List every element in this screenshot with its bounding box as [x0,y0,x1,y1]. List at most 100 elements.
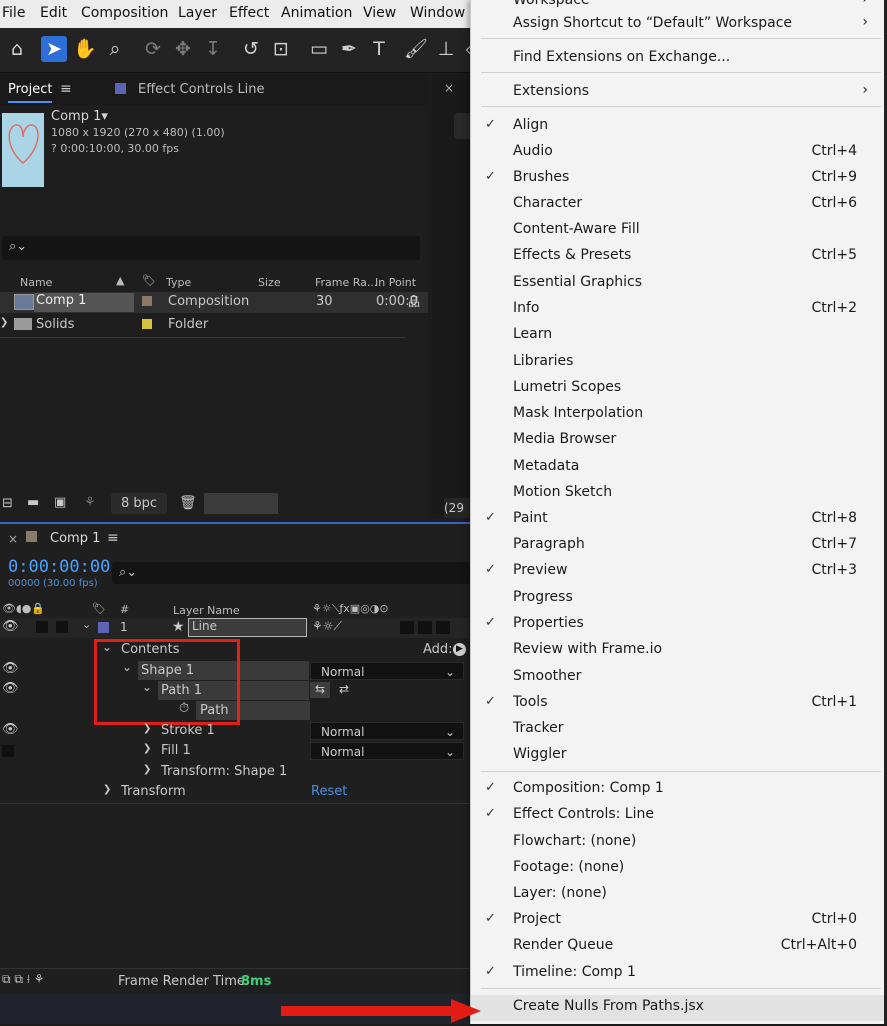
layer-name-field[interactable]: Line [188,618,307,637]
comp-name[interactable]: Comp 1▾ [51,109,108,124]
menu-animation[interactable]: Animation [281,5,352,21]
eye-icon[interactable]: 👁 [2,661,19,676]
panel-menu-icon[interactable]: ≡ [107,530,119,546]
menu-window[interactable]: Window [410,5,465,21]
switch-box[interactable] [436,621,450,634]
menu-item-flowchart-none[interactable]: Flowchart: (none) [471,830,887,856]
menu-item-extensions[interactable]: Extensions › [471,80,887,106]
visibility-toggle[interactable] [2,745,14,757]
zoom-tool-icon[interactable]: ⌕ [102,36,128,62]
fill1-label[interactable]: Fill 1 [161,743,191,758]
menu-item-smoother[interactable]: Smoother [471,665,887,691]
menu-item-paint[interactable]: ✓ Paint Ctrl+8 [471,507,887,533]
collapse-arrow-icon[interactable]: ⌄ [82,618,91,631]
new-folder-icon[interactable]: ▬ [27,495,39,510]
trash-icon[interactable]: 🗑 [179,495,197,511]
label-tag-icon[interactable]: 🏷 [142,274,156,287]
flowchart-icon[interactable]: 品 [408,293,420,310]
fill1-row[interactable]: ❯ Fill 1 Normal ⌄ [0,741,472,762]
project-row-name[interactable]: Comp 1 [34,293,134,312]
menu-item-essential-graphics[interactable]: Essential Graphics [471,271,887,297]
hand-tool-icon[interactable]: ✋ [72,36,98,62]
menu-item-motion-sketch[interactable]: Motion Sketch [471,481,887,507]
menu-item-review-with-frame-io[interactable]: Review with Frame.io [471,638,887,664]
col-type[interactable]: Type [166,276,191,289]
pan-camera-icon[interactable]: ✥ [170,36,196,62]
layer-name-header[interactable]: Layer Name [173,604,240,617]
stroke1-row[interactable]: 👁 ❯ Stroke 1 Normal ⌄ [0,721,472,742]
footer-toggle-icons[interactable]: ⧉ ⧉ ⟊ ⚘ [2,972,44,987]
col-in-point[interactable]: In Point [375,276,416,289]
rotation-tool-icon[interactable]: ↺ [238,36,264,62]
project-search-input[interactable]: ⌕⌄ [2,236,420,260]
menu-item-align[interactable]: ✓ Align [471,114,887,140]
transform-shape-row[interactable]: ❯ Transform: Shape 1 [0,762,472,783]
menu-item-timeline-comp-1[interactable]: ✓ Timeline: Comp 1 [471,961,887,987]
col-frame-rate[interactable]: Frame Ra... [315,276,377,289]
reset-link[interactable]: Reset [311,784,347,799]
tab-comp1[interactable]: Comp 1 [50,531,100,546]
project-row-comp1[interactable]: Comp 1 Composition 30 0:00:0 品 [0,292,428,313]
solo-toggle[interactable] [56,621,68,633]
orbit-camera-icon[interactable]: ⟳ [140,36,166,62]
eye-icon[interactable]: 👁 [2,681,19,696]
close-viewer-icon[interactable]: × [444,81,454,95]
expand-arrow-icon[interactable]: ❯ [143,764,151,775]
panel-menu-icon[interactable]: ≡ [60,81,72,97]
selection-tool-icon[interactable]: ➤ [41,36,67,62]
menu-item-effect-controls-line[interactable]: ✓ Effect Controls: Line [471,803,887,829]
interpret-footage-icon[interactable]: ⊟ [2,496,13,511]
timeline-search-input[interactable]: ⌕⌄ [112,562,472,584]
col-size[interactable]: Size [258,276,281,289]
menu-item-footage-none[interactable]: Footage: (none) [471,856,887,882]
layer-switches-icons[interactable]: ⚘☼⟋ [312,619,342,634]
menu-item-tracker[interactable]: Tracker [471,717,887,743]
project-row-solids[interactable]: ❯ Solids Folder [0,315,428,336]
sort-arrow-icon[interactable]: ▲ [116,274,124,287]
menu-item-composition-comp-1[interactable]: ✓ Composition: Comp 1 [471,777,887,803]
path-direction-alt-icon[interactable]: ⇄ [334,682,354,698]
menu-item-character[interactable]: Character Ctrl+6 [471,192,887,218]
menu-effect[interactable]: Effect [229,5,269,21]
pen-tool-icon[interactable]: ✒ [336,36,362,62]
menu-edit[interactable]: Edit [40,5,67,21]
blend-mode-dropdown[interactable]: Normal ⌄ [310,722,464,740]
menu-file[interactable]: File [2,5,25,21]
menu-item-libraries[interactable]: Libraries [471,350,887,376]
menu-item-find-extensions-on-exchange[interactable]: Find Extensions on Exchange... [471,46,887,72]
bit-depth-button[interactable]: 8 bpc [111,493,167,514]
eye-icon[interactable]: 👁 [2,722,19,737]
menu-item-tools[interactable]: ✓ Tools Ctrl+1 [471,691,887,717]
menu-item-content-aware-fill[interactable]: Content-Aware Fill [471,218,887,244]
menu-item-learn[interactable]: Learn [471,323,887,349]
menu-composition[interactable]: Composition [81,5,168,21]
brush-tool-icon[interactable]: 🖌 [403,36,429,62]
stroke1-label[interactable]: Stroke 1 [161,723,215,738]
type-tool-icon[interactable]: T [366,36,392,62]
dolly-camera-icon[interactable]: ↧ [200,36,226,62]
expand-arrow-icon[interactable]: ❯ [0,317,8,328]
transform-label[interactable]: Transform [121,784,186,799]
tab-effect-controls[interactable]: Effect Controls Line [138,82,265,97]
eye-icon[interactable]: 👁 [2,619,19,634]
menu-item-audio[interactable]: Audio Ctrl+4 [471,140,887,166]
switch-box[interactable] [400,621,414,634]
menu-item-assign-shortcut-to-default-workspace[interactable]: Assign Shortcut to “Default” Workspace › [471,12,887,38]
menu-item-properties[interactable]: ✓ Properties [471,612,887,638]
menu-item-metadata[interactable]: Metadata [471,455,887,481]
menu-item-brushes[interactable]: ✓ Brushes Ctrl+9 [471,166,887,192]
layer-row-line[interactable]: 👁 ⌄ 1 ★ Line ⚘☼⟋ [0,618,472,638]
transform-row[interactable]: ❯ Transform Reset [0,782,472,803]
menu-item-preview[interactable]: ✓ Preview Ctrl+3 [471,559,887,585]
switch-box[interactable] [418,621,432,634]
menu-item-info[interactable]: Info Ctrl+2 [471,297,887,323]
col-name[interactable]: Name [20,276,52,289]
menu-item-wiggler[interactable]: Wiggler [471,743,887,769]
menu-item-mask-interpolation[interactable]: Mask Interpolation [471,402,887,428]
expand-arrow-icon[interactable]: ❯ [143,723,151,734]
menu-layer[interactable]: Layer [178,5,217,21]
menu-view[interactable]: View [363,5,396,21]
clone-stamp-tool-icon[interactable]: ⊥ [433,36,459,62]
project-row-name[interactable]: Solids [36,317,74,332]
menu-item-create-nulls-from-paths-jsx[interactable]: Create Nulls From Paths.jsx [471,995,887,1021]
